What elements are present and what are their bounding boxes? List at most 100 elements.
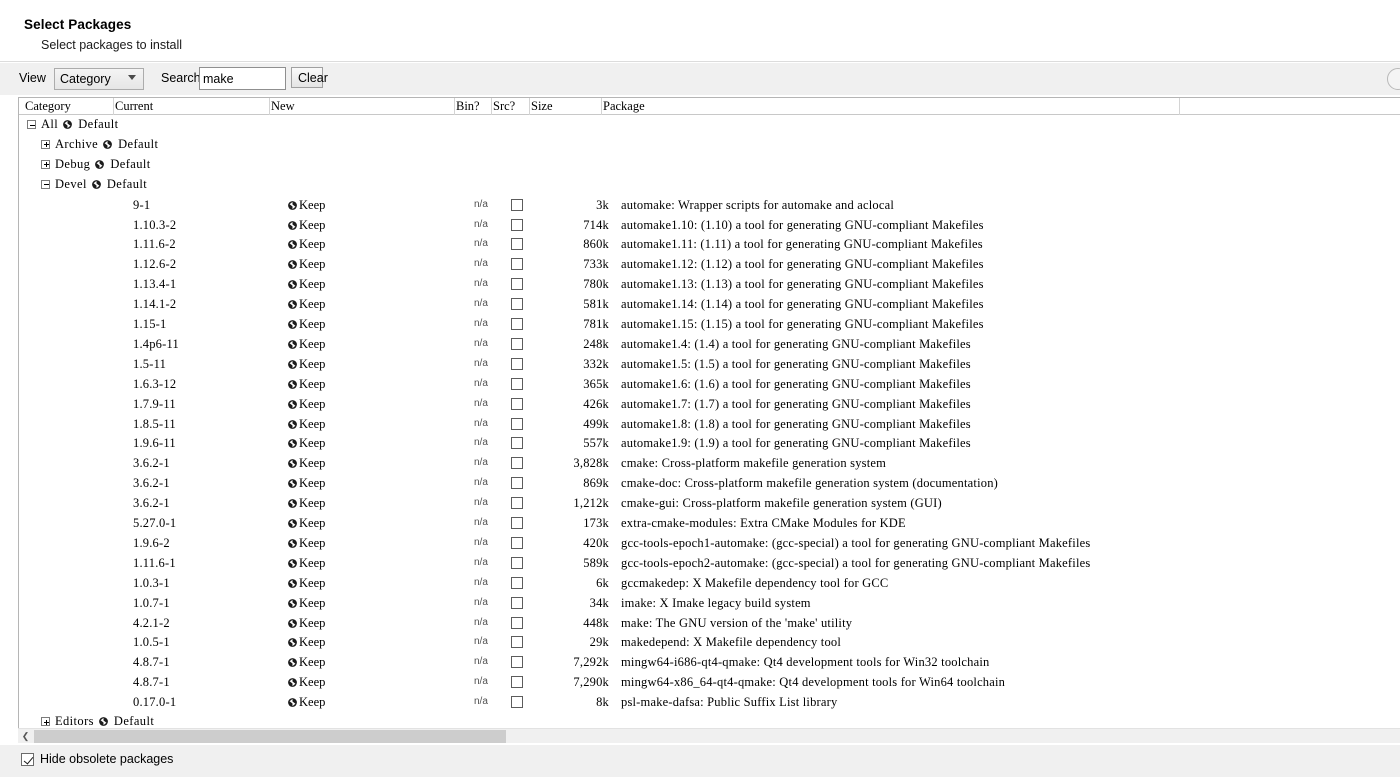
package-row[interactable]: 1.10.3-2 Keep n/a 714k automake1.10: (1.10) … [19,215,1400,235]
package-new-action[interactable]: Keep [287,635,325,650]
package-row[interactable]: 3.6.2-1 Keep n/a 3,828k cmake: Cross-platfor… [19,453,1400,473]
category-action-label[interactable]: Default [107,177,147,192]
package-current-version[interactable]: 1.11.6-1 [133,556,176,571]
package-new-action[interactable]: Keep [287,516,325,531]
package-current-version[interactable]: 1.11.6-2 [133,237,176,252]
category-row[interactable]: Archive Default [19,135,1400,155]
chevron-left-icon[interactable]: ❮ [18,729,33,744]
column-divider[interactable] [601,98,602,115]
expand-icon[interactable] [41,139,50,149]
column-divider[interactable] [454,98,455,115]
package-new-action[interactable]: Keep [287,456,325,471]
package-row[interactable]: 1.0.7-1 Keep n/a 34k imake: X Imake legacy b… [19,593,1400,613]
view-select[interactable]: Category [54,68,144,90]
package-current-version[interactable]: 0.17.0-1 [133,695,176,710]
package-new-action[interactable]: Keep [287,277,325,292]
package-current-version[interactable]: 1.15-1 [133,317,167,332]
scrollbar-thumb[interactable] [34,730,506,743]
package-new-action[interactable]: Keep [287,297,325,312]
category-action-label[interactable]: Default [114,714,154,729]
column-header-current[interactable]: Current [115,99,153,114]
category-node-devel[interactable]: Devel Default [41,177,147,192]
package-row[interactable]: 1.11.6-1 Keep n/a 589k gcc-tools-epoch2-auto… [19,553,1400,573]
package-row[interactable]: 1.0.3-1 Keep n/a 6k gccmakedep: X Makefile d… [19,573,1400,593]
package-new-action[interactable]: Keep [287,476,325,491]
column-divider[interactable] [113,98,114,115]
package-new-action[interactable]: Keep [287,436,325,451]
category-action-label[interactable]: Default [78,117,118,132]
package-row[interactable]: 1.13.4-1 Keep n/a 780k automake1.13: (1.13) … [19,274,1400,294]
package-current-version[interactable]: 1.4p6-11 [133,337,179,352]
hide-obsolete-packages-checkbox[interactable]: Hide obsolete packages [21,752,173,766]
package-row[interactable]: 1.14.1-2 Keep n/a 581k automake1.14: (1.14) … [19,294,1400,314]
column-header-category[interactable]: Category [25,99,71,114]
package-current-version[interactable]: 1.12.6-2 [133,257,176,272]
package-new-action[interactable]: Keep [287,198,325,213]
package-row[interactable]: 1.8.5-11 Keep n/a 499k automake1.8: (1.8) a … [19,414,1400,434]
package-new-action[interactable]: Keep [287,357,325,372]
package-row[interactable]: 1.4p6-11 Keep n/a 248k automake1.4: (1.4) a … [19,334,1400,354]
package-current-version[interactable]: 3.6.2-1 [133,456,170,471]
package-current-version[interactable]: 4.8.7-1 [133,675,170,690]
package-new-action[interactable]: Keep [287,317,325,332]
category-node-archive[interactable]: Archive Default [41,137,158,152]
package-new-action[interactable]: Keep [287,675,325,690]
package-new-action[interactable]: Keep [287,397,325,412]
package-row[interactable]: 1.9.6-11 Keep n/a 557k automake1.9: (1.9) a … [19,433,1400,453]
column-divider[interactable] [1179,98,1180,115]
package-current-version[interactable]: 4.2.1-2 [133,616,170,631]
column-header-src[interactable]: Src? [493,99,515,114]
package-new-action[interactable]: Keep [287,695,325,710]
package-current-version[interactable]: 1.5-11 [133,357,166,372]
package-current-version[interactable]: 1.8.5-11 [133,417,176,432]
package-row[interactable]: 1.15-1 Keep n/a 781k automake1.15: (1.15) a … [19,314,1400,334]
search-input[interactable] [199,67,286,90]
package-row[interactable]: 4.2.1-2 Keep n/a 448k make: The GNU version … [19,613,1400,633]
package-new-action[interactable]: Keep [287,536,325,551]
category-node-editors[interactable]: Editors Default [41,714,154,729]
package-current-version[interactable]: 1.14.1-2 [133,297,176,312]
package-current-version[interactable]: 3.6.2-1 [133,496,170,511]
package-new-action[interactable]: Keep [287,257,325,272]
category-action-label[interactable]: Default [118,137,158,152]
package-current-version[interactable]: 1.13.4-1 [133,277,176,292]
column-header-package[interactable]: Package [603,99,645,114]
package-row[interactable]: 5.27.0-1 Keep n/a 173k extra-cmake-modules: … [19,513,1400,533]
package-current-version[interactable]: 1.10.3-2 [133,218,176,233]
package-new-action[interactable]: Keep [287,218,325,233]
package-row[interactable]: 3.6.2-1 Keep n/a 869k cmake-doc: Cross-platf… [19,473,1400,493]
category-row[interactable]: Devel Default [19,175,1400,195]
package-current-version[interactable]: 1.9.6-2 [133,536,170,551]
package-row[interactable]: 0.17.0-1 Keep n/a 8k psl-make-dafsa: Public … [19,692,1400,712]
package-new-action[interactable]: Keep [287,556,325,571]
package-row[interactable]: 4.8.7-1 Keep n/a 7,290k mingw64-x86_64-qt4-q… [19,672,1400,692]
collapse-icon[interactable] [41,179,50,189]
package-row[interactable]: 1.5-11 Keep n/a 332k automake1.5: (1.5) a to… [19,354,1400,374]
package-current-version[interactable]: 1.7.9-11 [133,397,176,412]
package-current-version[interactable]: 1.6.3-12 [133,377,176,392]
package-new-action[interactable]: Keep [287,377,325,392]
category-action-label[interactable]: Default [110,157,150,172]
package-new-action[interactable]: Keep [287,616,325,631]
package-new-action[interactable]: Keep [287,576,325,591]
clear-button[interactable]: Clear [291,67,328,88]
package-row[interactable]: 1.11.6-2 Keep n/a 860k automake1.11: (1.11) … [19,234,1400,254]
package-current-version[interactable]: 1.0.7-1 [133,596,170,611]
package-current-version[interactable]: 1.0.5-1 [133,635,170,650]
package-current-version[interactable]: 9-1 [133,198,150,213]
package-row[interactable]: 1.12.6-2 Keep n/a 733k automake1.12: (1.12) … [19,254,1400,274]
collapse-icon[interactable] [27,120,36,129]
category-row[interactable]: All Default [19,115,1400,135]
column-header-new[interactable]: New [271,99,295,114]
expand-icon[interactable] [41,159,50,169]
column-divider[interactable] [529,98,530,115]
package-new-action[interactable]: Keep [287,655,325,670]
category-node-all[interactable]: All Default [27,117,118,132]
package-current-version[interactable]: 5.27.0-1 [133,516,176,531]
package-new-action[interactable]: Keep [287,237,325,252]
package-row[interactable]: 3.6.2-1 Keep n/a 1,212k cmake-gui: Cross-pla… [19,493,1400,513]
package-row[interactable]: 4.8.7-1 Keep n/a 7,292k mingw64-i686-qt4-qma… [19,652,1400,672]
package-new-action[interactable]: Keep [287,337,325,352]
column-divider[interactable] [269,98,270,115]
package-new-action[interactable]: Keep [287,417,325,432]
